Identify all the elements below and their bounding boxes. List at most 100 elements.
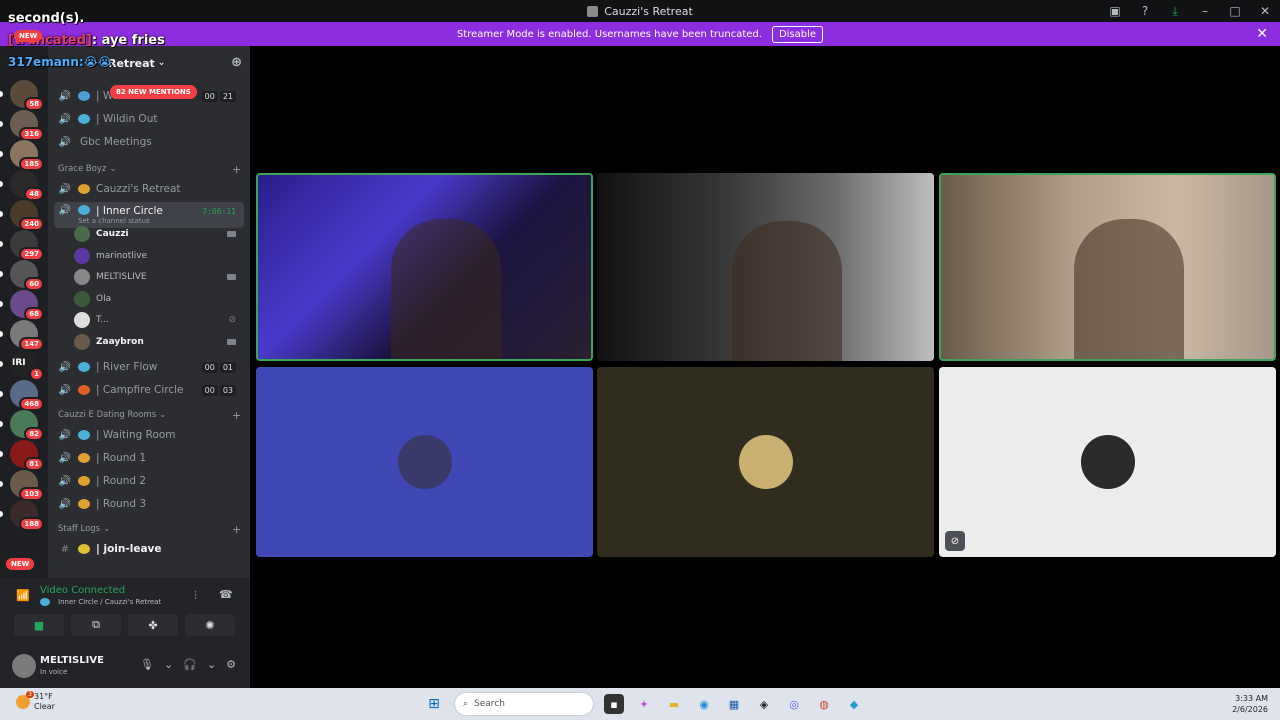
soundboard-button[interactable]: ✺	[185, 614, 235, 636]
hash-icon: #	[60, 543, 70, 555]
server-icon[interactable]: IRI 1	[10, 350, 44, 381]
new-badge[interactable]: NEW	[6, 558, 35, 570]
task-view-icon[interactable]: ▪	[604, 694, 624, 714]
capcut-icon[interactable]: ◈	[754, 694, 774, 714]
voice-user[interactable]: marinotlive	[74, 246, 244, 266]
new-badge[interactable]: NEW	[14, 30, 43, 42]
voice-channel[interactable]: 🔊 Gbc Meetings	[54, 132, 244, 152]
avatar-tile[interactable]	[597, 367, 934, 557]
clock[interactable]: 3:33 AM 2/6/2026	[1232, 693, 1268, 715]
headphones-icon[interactable]: 🎧	[183, 658, 197, 671]
count-box: 00	[201, 361, 218, 373]
server-icon[interactable]: 48	[10, 170, 44, 201]
unread-indicator	[0, 361, 3, 367]
server-icon[interactable]: 147	[10, 320, 44, 351]
camera-button[interactable]: ■	[14, 614, 64, 636]
app-icon[interactable]: ◆	[844, 694, 864, 714]
signal-icon[interactable]: 📶	[16, 589, 30, 602]
disconnect-icon[interactable]: ☎	[219, 588, 233, 601]
server-icon[interactable]: 316	[10, 110, 44, 141]
voice-status[interactable]: Video Connected	[40, 585, 125, 596]
channel-name: | Campfire Circle	[96, 384, 184, 396]
file-explorer-icon[interactable]: ▬	[664, 694, 684, 714]
server-icon[interactable]: 82	[10, 410, 44, 441]
copilot-icon[interactable]: ✦	[634, 694, 654, 714]
username[interactable]: MELTISLIVE	[40, 655, 104, 666]
chevron-down-icon[interactable]: ⌄	[207, 658, 216, 671]
voice-user[interactable]: MELTISLIVE	[74, 267, 244, 287]
discord-icon[interactable]: ◎	[784, 694, 804, 714]
invite-icon[interactable]: ⊕	[231, 55, 242, 70]
add-channel-icon[interactable]: +	[232, 163, 241, 176]
server-icon[interactable]: 468	[10, 380, 44, 411]
member-count: 00 03	[201, 384, 236, 396]
chevron-down-icon[interactable]: ⌄	[164, 658, 173, 671]
server-icon[interactable]: 81	[10, 440, 44, 471]
minimize-icon[interactable]: –	[1198, 4, 1212, 18]
chevron-down-icon: ⌄	[159, 410, 167, 420]
voice-channel-path[interactable]: Inner Circle / Cauzzi's Retreat	[58, 598, 161, 606]
windows-start-icon[interactable]: ⊞	[424, 694, 444, 714]
new-mentions-pill[interactable]: 82 NEW MENTIONS	[110, 85, 197, 99]
voice-user[interactable]: Cauzzi	[74, 224, 244, 244]
close-icon[interactable]: ✕	[1256, 26, 1268, 42]
server-icon[interactable]: 58	[10, 80, 44, 111]
add-channel-icon[interactable]: +	[232, 409, 241, 422]
server-label: IRI	[12, 358, 26, 368]
voice-channel[interactable]: 🔊 | Campfire Circle 00 03	[54, 380, 244, 400]
video-tile[interactable]	[597, 173, 934, 361]
close-window-icon[interactable]: ✕	[1258, 4, 1272, 18]
avatar[interactable]	[12, 654, 36, 678]
voice-channel[interactable]: 🔊 | Round 1	[54, 448, 244, 468]
screen-share-button[interactable]: ⧉	[71, 614, 121, 636]
count-box: 01	[219, 361, 236, 373]
search-box[interactable]: ⌕ Search	[454, 692, 594, 716]
add-channel-icon[interactable]: +	[232, 523, 241, 536]
voice-channel[interactable]: 🔊 | Waiting Room	[54, 425, 244, 445]
speaker-icon: 🔊	[58, 452, 72, 464]
noise-suppression-icon[interactable]: ⫶	[194, 589, 197, 603]
disable-button[interactable]: Disable	[771, 25, 824, 43]
channel-emoji-icon	[78, 91, 90, 101]
category-dating-rooms[interactable]: Cauzzi E Dating Rooms ⌄ +	[58, 409, 241, 422]
server-icon[interactable]: 103	[10, 470, 44, 501]
taskbar-apps: ⊞ ⌕ Search ▪ ✦ ▬ ◉ ▦ ◈ ◎ ◍ ◆	[424, 692, 864, 716]
server-icon[interactable]: 240	[10, 200, 44, 231]
activities-button[interactable]: ✤	[128, 614, 178, 636]
speaker-icon: 🔊	[58, 384, 72, 396]
category-staff-logs[interactable]: Staff Logs ⌄ +	[58, 523, 241, 536]
voice-channel[interactable]: 🔊 | River Flow 00 01	[54, 357, 244, 377]
server-icon[interactable]: 188	[10, 500, 44, 531]
video-tile[interactable]	[939, 173, 1276, 361]
server-icon[interactable]: 68	[10, 290, 44, 321]
weather-widget[interactable]: 3 31°F Clear	[16, 691, 55, 712]
inbox-icon[interactable]: ▣	[1108, 4, 1122, 18]
avatar-tile[interactable]	[256, 367, 593, 557]
voice-user[interactable]: Zaaybron	[74, 332, 244, 352]
voice-channel[interactable]: 🔊 | Round 3	[54, 494, 244, 514]
avatar-tile[interactable]: ⊘	[939, 367, 1276, 557]
count-box: 00	[201, 384, 218, 396]
voice-channel[interactable]: 🔊 | Wildin Out	[54, 109, 244, 129]
voice-user[interactable]: Ola	[74, 289, 244, 309]
settings-icon[interactable]: ⚙	[226, 658, 236, 671]
server-icon[interactable]: 60	[10, 260, 44, 291]
server-icon[interactable]: 297	[10, 230, 44, 261]
voice-channel[interactable]: 🔊 | Round 2	[54, 471, 244, 491]
maximize-icon[interactable]: □	[1228, 4, 1242, 18]
voice-user[interactable]: T... ⊘	[74, 310, 244, 330]
server-icon[interactable]: 185	[10, 140, 44, 171]
store-icon[interactable]: ▦	[724, 694, 744, 714]
video-tile[interactable]	[256, 173, 593, 361]
voice-channel[interactable]: 🔊 Cauzzi's Retreat	[54, 179, 244, 199]
chrome-icon[interactable]: ◍	[814, 694, 834, 714]
download-icon[interactable]: ⤓	[1168, 4, 1182, 19]
category-grace-boyz[interactable]: Grace Boyz ⌄ +	[58, 163, 241, 176]
window-title-group: Cauzzi's Retreat	[587, 5, 693, 18]
microphone-icon[interactable]: 🎙	[140, 658, 154, 671]
activities-icon: ✤	[148, 618, 158, 632]
help-icon[interactable]: ?	[1138, 4, 1152, 18]
voice-channel[interactable]: # | join-leave	[54, 539, 244, 559]
search-icon: ⌕	[463, 699, 469, 709]
edge-icon[interactable]: ◉	[694, 694, 714, 714]
